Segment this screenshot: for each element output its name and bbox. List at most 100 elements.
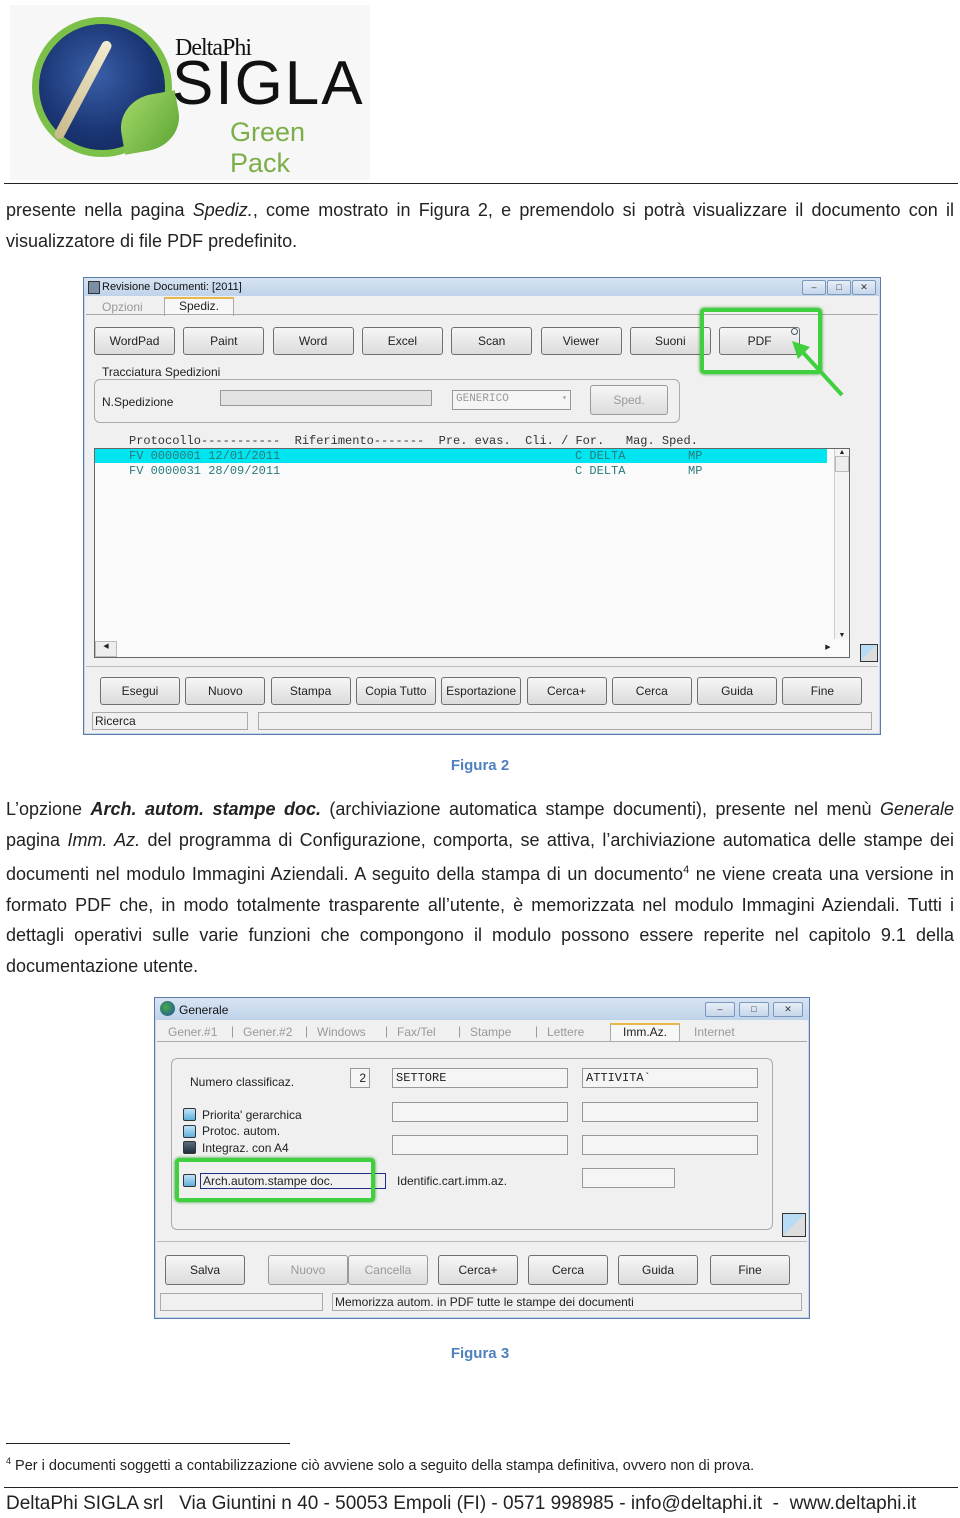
- checkbox-label: Protoc. autom.: [202, 1124, 281, 1138]
- maximize-button[interactable]: □: [739, 1002, 769, 1017]
- tab-windows[interactable]: Windows: [317, 1025, 366, 1039]
- table-row[interactable]: FV 0000001 12/01/2011 C DELTA MP: [95, 449, 827, 463]
- toolbar-button-wordpad[interactable]: WordPad: [94, 327, 175, 355]
- header-rule: [4, 183, 958, 184]
- window-title: Generale: [179, 1003, 229, 1017]
- generale-window: Generale – □ ✕ Gener.#1 | Gener.#2 | Windows…: [154, 997, 810, 1319]
- cell-protocollo: FV 0000031 28/09/2011: [129, 464, 281, 478]
- tab-separator: |: [385, 1024, 389, 1038]
- checkbox-label: Integraz. con A4: [202, 1141, 289, 1155]
- action-button-cerca[interactable]: Cerca: [611, 677, 692, 705]
- checkbox-protoc[interactable]: [183, 1125, 196, 1138]
- intro-paragraph: presente nella pagina Spediz., come most…: [6, 195, 954, 256]
- action-button-guida[interactable]: Guida: [697, 677, 778, 705]
- checkbox-priorita[interactable]: [183, 1108, 196, 1121]
- attivita-input-3[interactable]: [582, 1135, 758, 1155]
- tab-divider: [157, 1041, 807, 1042]
- tab-lettere[interactable]: Lettere: [547, 1025, 584, 1039]
- toolbar-button-paint[interactable]: Paint: [183, 327, 265, 355]
- logo-brand-main: SIGLA: [172, 49, 365, 118]
- numero-label: Numero classificaz.: [190, 1075, 295, 1089]
- attivita-input[interactable]: ATTIVITA`: [582, 1068, 758, 1088]
- button-fine[interactable]: Fine: [710, 1255, 790, 1285]
- resize-grip[interactable]: [782, 1213, 806, 1237]
- intro-italic: Spediz.: [192, 200, 253, 220]
- tab-opzioni[interactable]: Opzioni: [102, 300, 143, 314]
- toolbar-button-word[interactable]: Word: [272, 327, 354, 355]
- status-left: [160, 1293, 323, 1311]
- page-name: Imm. Az.: [67, 829, 141, 850]
- n-spedizione-label: N.Spedizione: [102, 395, 174, 409]
- cell-cli-for: C DELTA: [575, 449, 626, 463]
- chevron-down-icon: ▾: [562, 394, 567, 403]
- resize-grip[interactable]: [860, 644, 878, 662]
- tab-gener-1[interactable]: Gener.#1: [168, 1025, 217, 1039]
- spedizione-type-select[interactable]: GENERICO ▾: [452, 390, 571, 410]
- checkbox-label: Priorita' gerarchica: [202, 1108, 302, 1122]
- attivita-input-2[interactable]: [582, 1102, 758, 1122]
- scroll-left-icon[interactable]: ◀: [95, 641, 117, 657]
- toolbar-button-suoni[interactable]: Suoni: [629, 327, 711, 355]
- tab-imm-az[interactable]: Imm.Az.: [610, 1023, 680, 1042]
- tab-separator: |: [535, 1024, 539, 1038]
- numero-input[interactable]: 2: [350, 1068, 370, 1088]
- footnote-text: Per i documenti soggetti a contabilizzaz…: [15, 1457, 755, 1474]
- settore-input-3[interactable]: [392, 1135, 568, 1155]
- footer-text: DeltaPhi SIGLA srl Via Giuntini n 40 - 5…: [6, 1493, 917, 1514]
- figure2-caption: Figura 2: [450, 757, 510, 774]
- n-spedizione-input[interactable]: [220, 390, 432, 406]
- tab-separator: |: [231, 1024, 235, 1038]
- group-label: Tracciatura Spedizioni: [102, 365, 221, 379]
- scroll-right-icon[interactable]: ▶: [822, 643, 834, 657]
- action-button-esegui[interactable]: Esegui: [100, 677, 180, 705]
- settore-input-2[interactable]: [392, 1102, 568, 1122]
- toolbar-button-excel[interactable]: Excel: [361, 327, 443, 355]
- figure3-caption: Figura 3: [450, 1345, 510, 1362]
- tab-gener-2[interactable]: Gener.#2: [243, 1025, 292, 1039]
- text: L’opzione: [6, 799, 91, 819]
- intro-text: presente nella pagina: [6, 200, 193, 220]
- button-cerca[interactable]: Cerca: [528, 1255, 608, 1285]
- status-right: [258, 712, 872, 730]
- action-button-nuovo[interactable]: Nuovo: [185, 677, 266, 705]
- action-button-copia-tutto[interactable]: Copia Tutto: [355, 677, 436, 705]
- logo-brand-sub: Green Pack: [230, 117, 306, 178]
- action-button-stampa[interactable]: Stampa: [270, 677, 351, 705]
- maximize-button[interactable]: □: [827, 280, 851, 295]
- combo-value: GENERICO: [456, 393, 509, 405]
- scroll-thumb[interactable]: [835, 456, 849, 472]
- document-list[interactable]: FV 0000001 12/01/2011 C DELTA MP FV 0000031…: [94, 448, 850, 658]
- button-salva[interactable]: Salva: [165, 1255, 245, 1285]
- action-button-fine[interactable]: Fine: [782, 677, 863, 705]
- table-row[interactable]: FV 0000031 28/09/2011 C DELTA MP: [95, 464, 827, 478]
- settore-input[interactable]: SETTORE: [392, 1068, 568, 1088]
- status-right: Memorizza autom. in PDF tutte le stampe …: [332, 1293, 802, 1311]
- minimize-button[interactable]: –: [705, 1002, 735, 1017]
- vertical-scrollbar[interactable]: ▲ ▼: [834, 449, 849, 639]
- tab-stampe[interactable]: Stampe: [470, 1025, 511, 1039]
- arrow-pointer-icon: [792, 341, 844, 397]
- button-nuovo[interactable]: Nuovo: [268, 1255, 348, 1285]
- tab-internet[interactable]: Internet: [694, 1025, 735, 1039]
- button-guida[interactable]: Guida: [618, 1255, 698, 1285]
- scroll-up-icon[interactable]: ▲: [835, 449, 849, 456]
- sped-button[interactable]: Sped.: [590, 385, 668, 415]
- tab-fax-tel[interactable]: Fax/Tel: [397, 1025, 436, 1039]
- button-cancella[interactable]: Cancella: [348, 1255, 428, 1285]
- action-button-cerca[interactable]: Cerca+: [526, 677, 607, 705]
- close-button[interactable]: ✕: [852, 280, 876, 295]
- identific-input[interactable]: [582, 1168, 675, 1188]
- checkbox-integraz[interactable]: [183, 1141, 196, 1154]
- footer-rule: [4, 1487, 958, 1488]
- separator: [86, 666, 878, 667]
- action-button-esportazione[interactable]: Esportazione: [441, 677, 522, 705]
- globe-icon: [160, 1001, 175, 1016]
- close-button[interactable]: ✕: [773, 1002, 803, 1017]
- scroll-down-icon[interactable]: ▼: [835, 632, 849, 639]
- toolbar-button-viewer[interactable]: Viewer: [540, 327, 622, 355]
- text: (archiviazione automatica stampe documen…: [320, 799, 880, 819]
- footnote-rule: [6, 1443, 290, 1444]
- button-cerca[interactable]: Cerca+: [438, 1255, 518, 1285]
- minimize-button[interactable]: –: [802, 280, 826, 295]
- toolbar-button-scan[interactable]: Scan: [451, 327, 533, 355]
